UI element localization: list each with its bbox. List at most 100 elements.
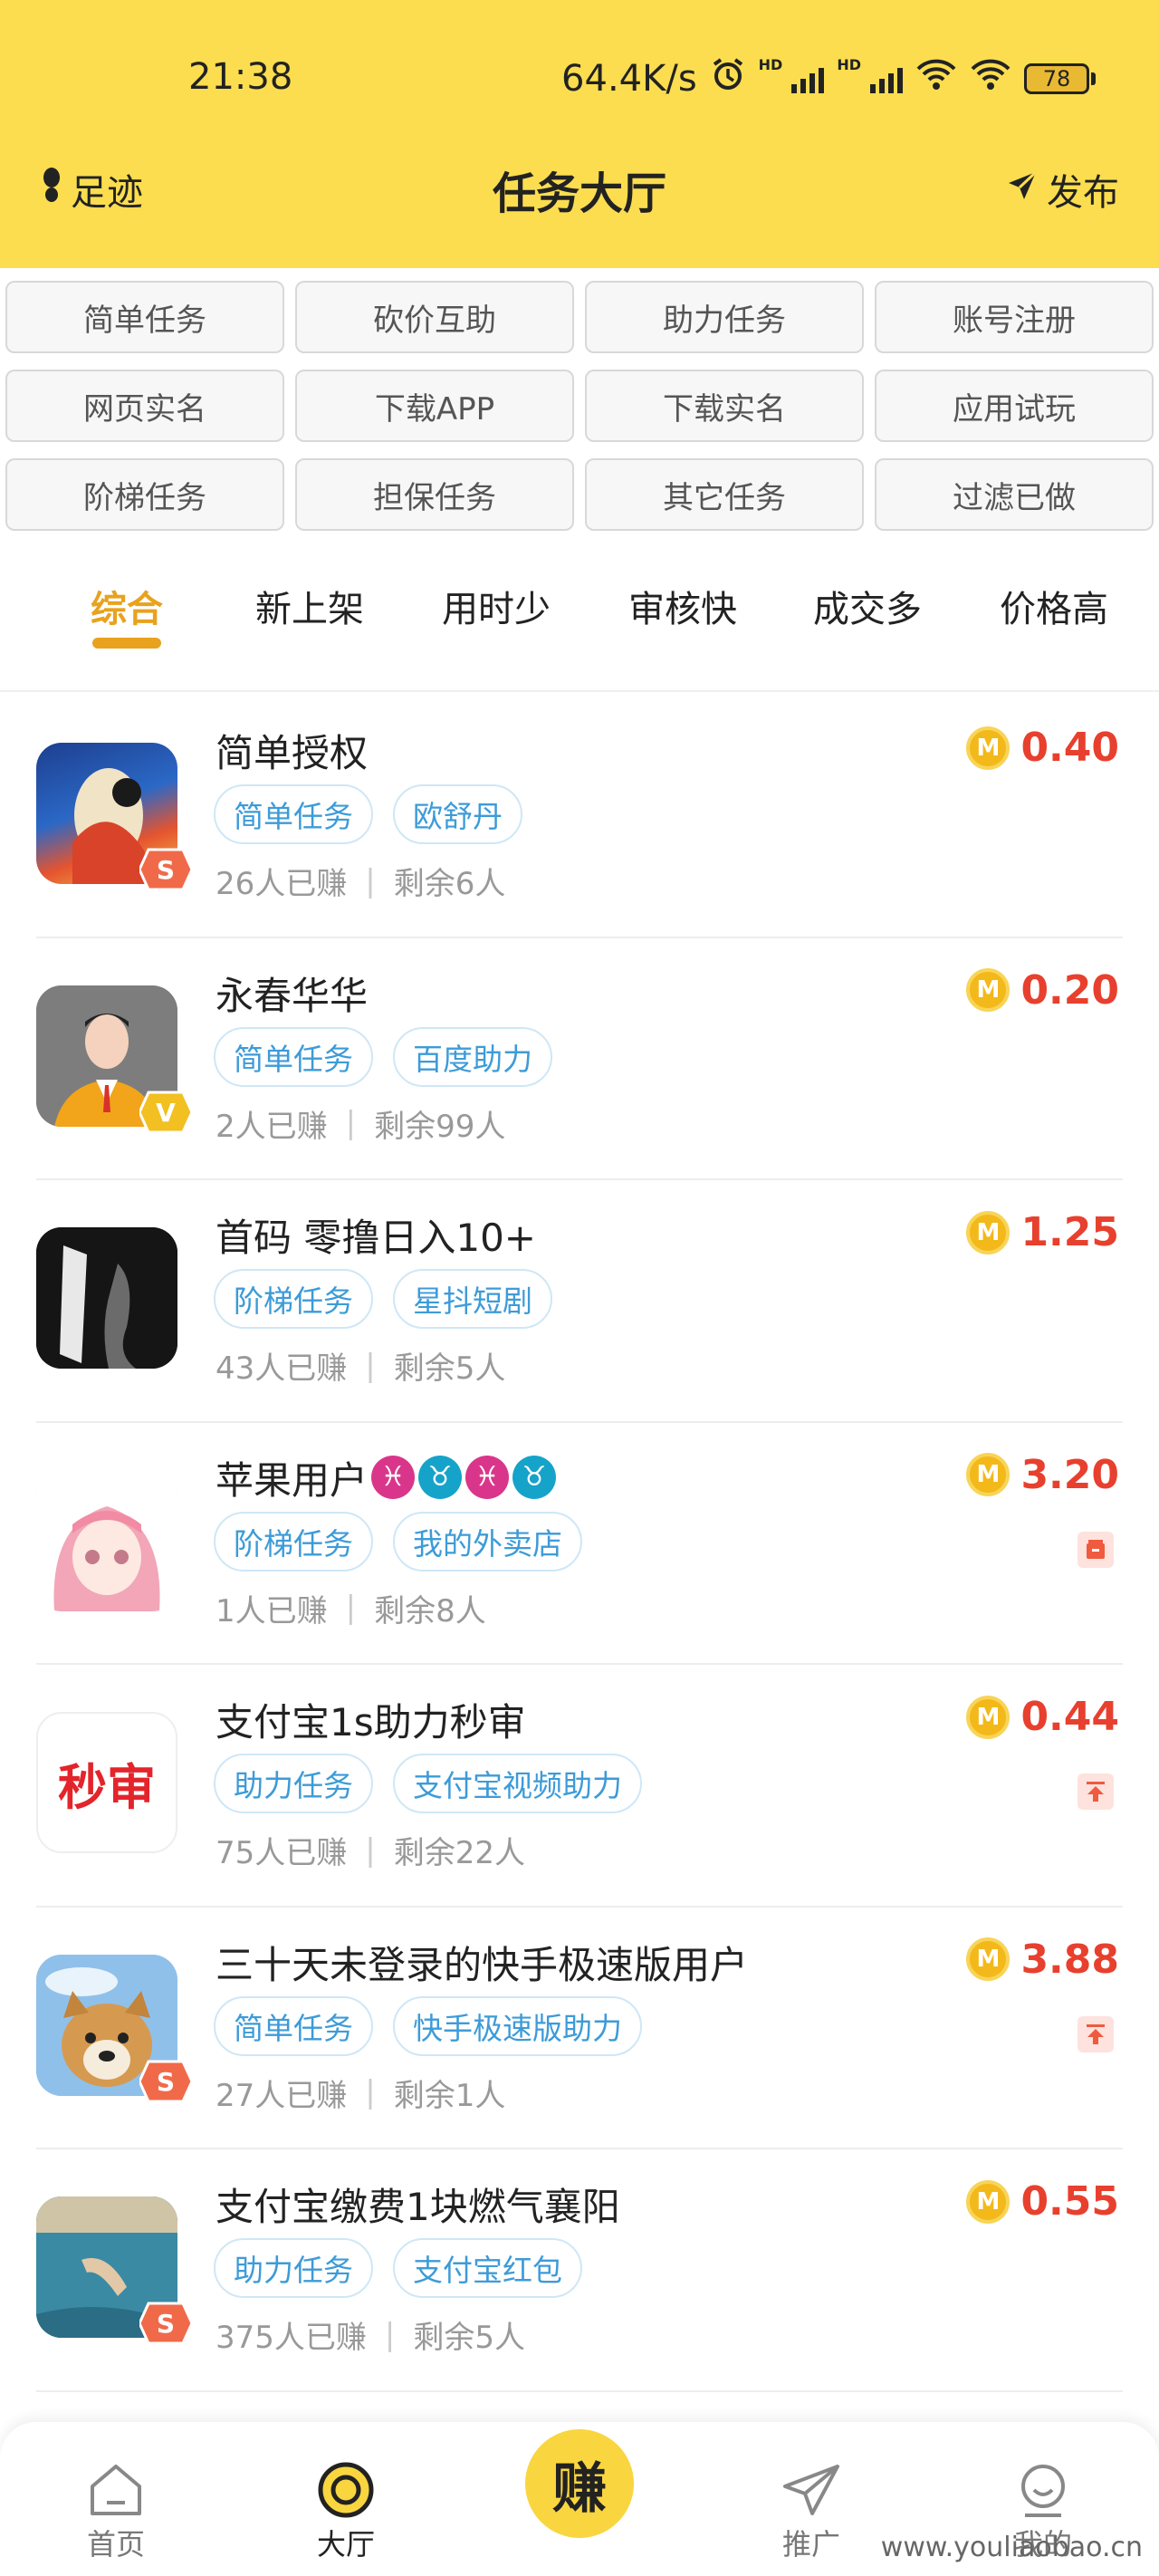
signal-icon-2 <box>870 64 903 93</box>
task-price: M 0.20 <box>966 967 1119 1014</box>
task-title: 首码 零撸日入10+ <box>216 1216 536 1260</box>
coin-icon: M <box>966 1210 1011 1254</box>
task-row[interactable]: 秒审 支付宝1s助力秒审 助力任务 支付宝视频助力 75人已赚 | 剩余22人 … <box>0 1665 1159 1908</box>
publish-button[interactable]: 发布 <box>1007 163 1119 216</box>
category-chip[interactable]: 其它任务 <box>585 458 864 531</box>
sort-tab-most-deals[interactable]: 成交多 <box>813 580 922 632</box>
send-icon <box>1007 168 1038 210</box>
earned-count: 1人已赚 <box>216 1592 328 1629</box>
task-stats: 375人已赚 | 剩余5人 <box>216 2312 525 2357</box>
sort-tab-fast-time[interactable]: 用时少 <box>442 580 551 632</box>
remaining-count: 剩余1人 <box>393 2077 506 2114</box>
battery-level: 78 <box>1024 63 1089 94</box>
bottom-nav: 首页 大厅 赚 推广 我的 www.youliaobao.cn <box>0 2422 1159 2576</box>
price-value: 0.40 <box>1020 725 1119 771</box>
price-value: 0.20 <box>1020 966 1119 1014</box>
nav-promote[interactable]: 推广 <box>739 2458 884 2563</box>
signal-icon <box>791 64 825 93</box>
task-avatar <box>36 1469 177 1611</box>
price-value: 3.88 <box>1020 1936 1119 1983</box>
task-tag: 支付宝红包 <box>393 2238 582 2298</box>
category-chip[interactable]: 网页实名 <box>5 370 284 442</box>
task-title: 简单授权 <box>216 731 369 775</box>
task-title: 支付宝缴费1块燃气襄阳 <box>216 2185 620 2229</box>
badge-letter: V <box>156 1098 176 1128</box>
earned-count: 375人已赚 <box>216 2320 367 2356</box>
task-stats: 26人已赚 | 剩余6人 <box>216 859 505 903</box>
coin-icon: M <box>966 1695 1011 1739</box>
earn-button[interactable]: 赚 <box>525 2429 634 2538</box>
category-chip[interactable]: 助力任务 <box>585 281 864 353</box>
earned-count: 43人已赚 <box>216 1350 348 1387</box>
sort-tab-fast-review[interactable]: 审核快 <box>628 580 737 632</box>
badge-letter: S <box>157 855 175 885</box>
active-tab-indicator <box>92 638 161 649</box>
task-title: 支付宝1s助力秒审 <box>216 1700 526 1745</box>
hd-label-2: HD <box>837 56 861 73</box>
task-title-text: 苹果用户 <box>216 1457 369 1503</box>
badge-letter: S <box>157 2067 175 2097</box>
task-row[interactable]: S 简单授权 简单任务 欧舒丹 26人已赚 | 剩余6人 M 0.40 <box>0 696 1159 938</box>
task-row[interactable]: S 三十天未登录的快手极速版用户 简单任务 快手极速版助力 27人已赚 | 剩余… <box>0 1908 1159 2149</box>
price-value: 3.20 <box>1020 1451 1119 1498</box>
wifi-icon <box>915 58 957 100</box>
category-chip[interactable]: 下载APP <box>295 370 574 442</box>
task-title: 永春华华 <box>216 973 369 1018</box>
alarm-icon <box>710 56 746 101</box>
task-stats: 1人已赚 | 剩余8人 <box>216 1586 486 1630</box>
task-price: M 3.20 <box>966 1452 1119 1498</box>
nav-hall[interactable]: 大厅 <box>273 2458 418 2563</box>
task-stats: 75人已赚 | 剩余22人 <box>216 1828 525 1872</box>
v-badge: V <box>138 1089 194 1136</box>
task-title: 三十天未登录的快手极速版用户 <box>216 1942 749 1987</box>
task-title: 苹果用户 ♓ ♉ ♓ ♉ <box>216 1450 557 1505</box>
task-tag: 阶梯任务 <box>214 1269 373 1329</box>
nav-home[interactable]: 首页 <box>43 2458 188 2563</box>
task-row[interactable]: 苹果用户 ♓ ♉ ♓ ♉ 阶梯任务 我的外卖店 1人已赚 | 剩余8人 M 3.… <box>0 1423 1159 1665</box>
coin-icon: M <box>966 1453 1011 1496</box>
avatar-text: 秒审 <box>58 1758 156 1816</box>
hd-label-1: HD <box>758 56 783 73</box>
category-chip[interactable]: 担保任务 <box>295 458 574 531</box>
remaining-count: 剩余22人 <box>393 1835 525 1871</box>
task-tag: 我的外卖店 <box>393 1511 582 1572</box>
task-row[interactable]: S 支付宝缴费1块燃气襄阳 助力任务 支付宝红包 375人已赚 | 剩余5人 M… <box>0 2149 1159 2392</box>
s-badge: S <box>138 846 194 893</box>
price-value: 0.44 <box>1020 1694 1119 1740</box>
task-tag: 百度助力 <box>393 1026 552 1087</box>
target-icon <box>273 2458 418 2522</box>
status-time: 21:38 <box>188 56 293 98</box>
task-price: M 3.88 <box>966 1937 1119 1983</box>
category-chip[interactable]: 下载实名 <box>585 370 864 442</box>
category-chip[interactable]: 过滤已做 <box>875 458 1154 531</box>
watermark: www.youliaobao.cn <box>880 2532 1143 2563</box>
category-chip[interactable]: 阶梯任务 <box>5 458 284 531</box>
coin-icon: M <box>966 968 1011 1012</box>
sort-tab-new[interactable]: 新上架 <box>255 580 364 632</box>
sort-tab-highest-price[interactable]: 价格高 <box>1000 580 1108 632</box>
coin-icon: M <box>966 1937 1011 1981</box>
sort-tab-comprehensive[interactable]: 综合 <box>91 580 163 649</box>
category-chip[interactable]: 账号注册 <box>875 281 1154 353</box>
task-tag: 简单任务 <box>214 784 373 844</box>
sort-tab-label: 综合 <box>91 589 163 630</box>
task-avatar <box>36 1227 177 1369</box>
task-stats: 27人已赚 | 剩余1人 <box>216 2071 505 2115</box>
earned-count: 2人已赚 <box>216 1108 328 1145</box>
taurus-icon: ♉ <box>418 1456 463 1499</box>
category-chip[interactable]: 简单任务 <box>5 281 284 353</box>
category-chip[interactable]: 应用试玩 <box>875 370 1154 442</box>
coin-icon: M <box>966 2179 1011 2224</box>
pisces-icon: ♓ <box>465 1456 510 1499</box>
nav-promote-label: 推广 <box>781 2527 840 2562</box>
task-price: M 1.25 <box>966 1209 1119 1255</box>
task-row[interactable]: 首码 零撸日入10+ 阶梯任务 星抖短剧 43人已赚 | 剩余5人 M 1.25 <box>0 1180 1159 1423</box>
task-tag: 支付宝视频助力 <box>393 1754 642 1813</box>
task-tag: 欧舒丹 <box>393 784 522 844</box>
publish-label: 发布 <box>1047 172 1119 214</box>
task-row[interactable]: V 永春华华 简单任务 百度助力 2人已赚 | 剩余99人 M 0.20 <box>0 938 1159 1180</box>
pin-top-icon <box>1078 1773 1114 1810</box>
user-icon <box>971 2458 1116 2522</box>
category-chip[interactable]: 砍价互助 <box>295 281 574 353</box>
pisces-icon: ♓ <box>371 1456 416 1499</box>
